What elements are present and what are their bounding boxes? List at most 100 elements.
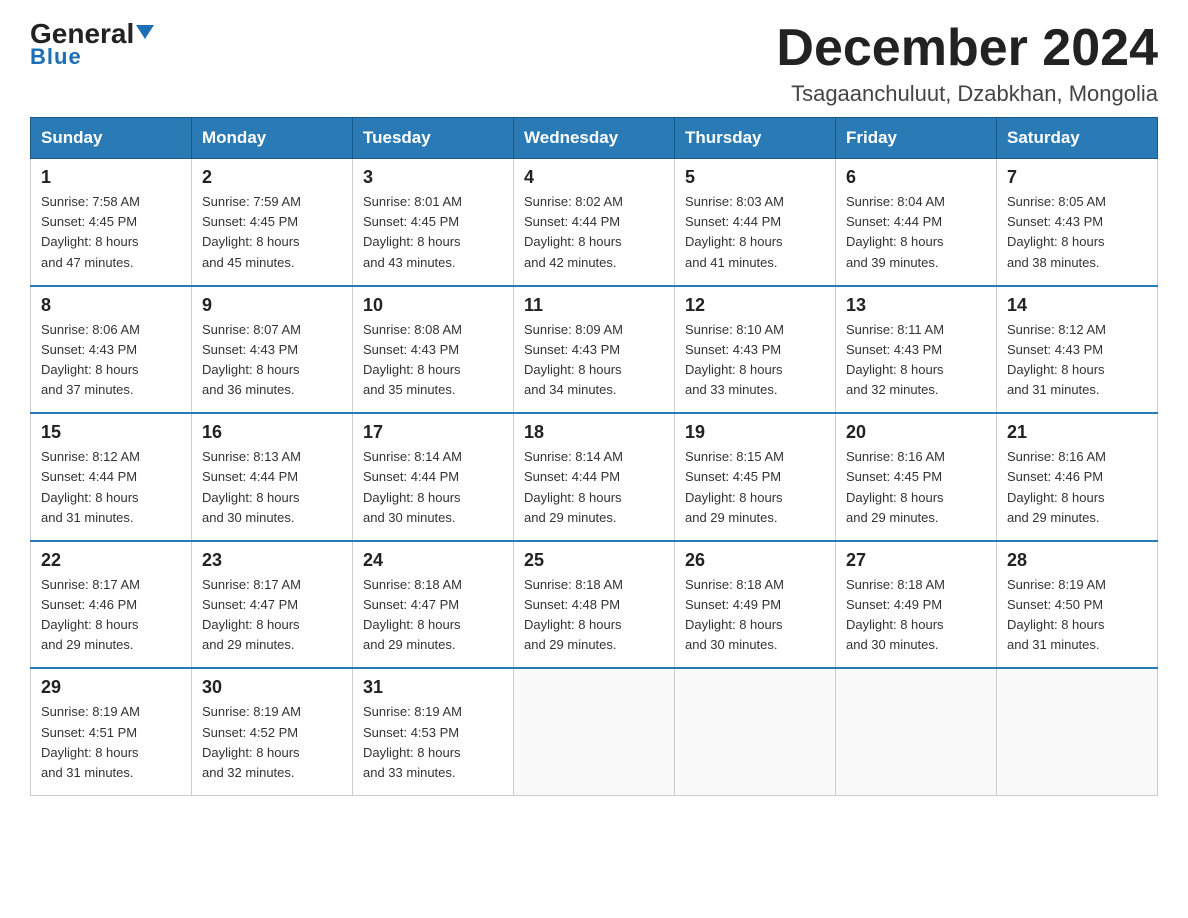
day-header-monday: Monday [192, 118, 353, 159]
logo-triangle-icon [136, 25, 154, 39]
page-title: December 2024 [776, 20, 1158, 77]
day-info: Sunrise: 8:14 AMSunset: 4:44 PMDaylight:… [363, 447, 503, 528]
day-number: 18 [524, 422, 664, 443]
calendar-cell: 8Sunrise: 8:06 AMSunset: 4:43 PMDaylight… [31, 286, 192, 414]
day-number: 13 [846, 295, 986, 316]
day-info: Sunrise: 8:19 AMSunset: 4:50 PMDaylight:… [1007, 575, 1147, 656]
day-number: 20 [846, 422, 986, 443]
calendar-cell: 4Sunrise: 8:02 AMSunset: 4:44 PMDaylight… [514, 159, 675, 286]
day-number: 16 [202, 422, 342, 443]
day-info: Sunrise: 8:18 AMSunset: 4:48 PMDaylight:… [524, 575, 664, 656]
day-number: 6 [846, 167, 986, 188]
calendar-cell [836, 668, 997, 795]
day-number: 24 [363, 550, 503, 571]
calendar-cell [997, 668, 1158, 795]
logo: General Blue [30, 20, 154, 70]
logo-blue: Blue [30, 44, 82, 70]
day-info: Sunrise: 8:18 AMSunset: 4:47 PMDaylight:… [363, 575, 503, 656]
day-info: Sunrise: 8:15 AMSunset: 4:45 PMDaylight:… [685, 447, 825, 528]
page-header: General Blue December 2024 Tsagaanchuluu… [30, 20, 1158, 107]
day-info: Sunrise: 8:19 AMSunset: 4:51 PMDaylight:… [41, 702, 181, 783]
calendar-cell: 17 Sunrise: 8:14 AMSunset: 4:44 PMDayligh… [353, 413, 514, 541]
day-header-saturday: Saturday [997, 118, 1158, 159]
day-number: 10 [363, 295, 503, 316]
calendar-cell: 16 Sunrise: 8:13 AMSunset: 4:44 PMDayligh… [192, 413, 353, 541]
day-number: 12 [685, 295, 825, 316]
day-info: Sunrise: 8:09 AMSunset: 4:43 PMDaylight:… [524, 320, 664, 401]
day-info: Sunrise: 8:19 AMSunset: 4:53 PMDaylight:… [363, 702, 503, 783]
calendar-table: SundayMondayTuesdayWednesdayThursdayFrid… [30, 117, 1158, 796]
day-info: Sunrise: 8:18 AMSunset: 4:49 PMDaylight:… [846, 575, 986, 656]
calendar-week-row: 8Sunrise: 8:06 AMSunset: 4:43 PMDaylight… [31, 286, 1158, 414]
day-header-tuesday: Tuesday [353, 118, 514, 159]
day-number: 11 [524, 295, 664, 316]
day-number: 23 [202, 550, 342, 571]
day-number: 5 [685, 167, 825, 188]
day-number: 30 [202, 677, 342, 698]
calendar-cell: 13 Sunrise: 8:11 AMSunset: 4:43 PMDayligh… [836, 286, 997, 414]
day-number: 26 [685, 550, 825, 571]
day-info: Sunrise: 8:19 AMSunset: 4:52 PMDaylight:… [202, 702, 342, 783]
calendar-cell: 26 Sunrise: 8:18 AMSunset: 4:49 PMDayligh… [675, 541, 836, 669]
calendar-cell: 18Sunrise: 8:14 AMSunset: 4:44 PMDayligh… [514, 413, 675, 541]
calendar-cell: 6Sunrise: 8:04 AMSunset: 4:44 PMDaylight… [836, 159, 997, 286]
day-number: 27 [846, 550, 986, 571]
day-info: Sunrise: 8:12 AMSunset: 4:43 PMDaylight:… [1007, 320, 1147, 401]
calendar-cell: 11 Sunrise: 8:09 AMSunset: 4:43 PMDayligh… [514, 286, 675, 414]
calendar-cell: 7Sunrise: 8:05 AMSunset: 4:43 PMDaylight… [997, 159, 1158, 286]
title-area: December 2024 Tsagaanchuluut, Dzabkhan, … [776, 20, 1158, 107]
calendar-cell: 9Sunrise: 8:07 AMSunset: 4:43 PMDaylight… [192, 286, 353, 414]
day-number: 28 [1007, 550, 1147, 571]
day-info: Sunrise: 7:59 AMSunset: 4:45 PMDaylight:… [202, 192, 342, 273]
calendar-cell: 28 Sunrise: 8:19 AMSunset: 4:50 PMDayligh… [997, 541, 1158, 669]
day-number: 25 [524, 550, 664, 571]
day-header-sunday: Sunday [31, 118, 192, 159]
calendar-cell: 31 Sunrise: 8:19 AMSunset: 4:53 PMDayligh… [353, 668, 514, 795]
day-info: Sunrise: 8:01 AMSunset: 4:45 PMDaylight:… [363, 192, 503, 273]
day-number: 17 [363, 422, 503, 443]
day-info: Sunrise: 8:18 AMSunset: 4:49 PMDaylight:… [685, 575, 825, 656]
calendar-cell: 25 Sunrise: 8:18 AMSunset: 4:48 PMDayligh… [514, 541, 675, 669]
day-info: Sunrise: 8:17 AMSunset: 4:46 PMDaylight:… [41, 575, 181, 656]
calendar-cell: 14 Sunrise: 8:12 AMSunset: 4:43 PMDayligh… [997, 286, 1158, 414]
calendar-cell: 29Sunrise: 8:19 AMSunset: 4:51 PMDayligh… [31, 668, 192, 795]
day-number: 2 [202, 167, 342, 188]
day-info: Sunrise: 8:17 AMSunset: 4:47 PMDaylight:… [202, 575, 342, 656]
calendar-cell [675, 668, 836, 795]
day-info: Sunrise: 8:12 AMSunset: 4:44 PMDaylight:… [41, 447, 181, 528]
calendar-cell: 12Sunrise: 8:10 AMSunset: 4:43 PMDayligh… [675, 286, 836, 414]
day-info: Sunrise: 7:58 AMSunset: 4:45 PMDaylight:… [41, 192, 181, 273]
day-number: 31 [363, 677, 503, 698]
calendar-cell: 2 Sunrise: 7:59 AMSunset: 4:45 PMDaylight… [192, 159, 353, 286]
day-info: Sunrise: 8:02 AMSunset: 4:44 PMDaylight:… [524, 192, 664, 273]
day-number: 19 [685, 422, 825, 443]
calendar-cell: 22 Sunrise: 8:17 AMSunset: 4:46 PMDayligh… [31, 541, 192, 669]
calendar-week-row: 15Sunrise: 8:12 AMSunset: 4:44 PMDayligh… [31, 413, 1158, 541]
page-subtitle: Tsagaanchuluut, Dzabkhan, Mongolia [776, 81, 1158, 107]
day-number: 14 [1007, 295, 1147, 316]
calendar-cell: 30 Sunrise: 8:19 AMSunset: 4:52 PMDayligh… [192, 668, 353, 795]
day-header-thursday: Thursday [675, 118, 836, 159]
calendar-cell: 20Sunrise: 8:16 AMSunset: 4:45 PMDayligh… [836, 413, 997, 541]
calendar-cell: 5Sunrise: 8:03 AMSunset: 4:44 PMDaylight… [675, 159, 836, 286]
day-header-friday: Friday [836, 118, 997, 159]
day-header-wednesday: Wednesday [514, 118, 675, 159]
day-info: Sunrise: 8:13 AMSunset: 4:44 PMDaylight:… [202, 447, 342, 528]
calendar-cell: 21Sunrise: 8:16 AMSunset: 4:46 PMDayligh… [997, 413, 1158, 541]
calendar-cell: 15Sunrise: 8:12 AMSunset: 4:44 PMDayligh… [31, 413, 192, 541]
day-number: 3 [363, 167, 503, 188]
day-info: Sunrise: 8:08 AMSunset: 4:43 PMDaylight:… [363, 320, 503, 401]
calendar-cell: 3 Sunrise: 8:01 AMSunset: 4:45 PMDaylight… [353, 159, 514, 286]
day-info: Sunrise: 8:11 AMSunset: 4:43 PMDaylight:… [846, 320, 986, 401]
calendar-cell: 23 Sunrise: 8:17 AMSunset: 4:47 PMDayligh… [192, 541, 353, 669]
calendar-week-row: 29Sunrise: 8:19 AMSunset: 4:51 PMDayligh… [31, 668, 1158, 795]
day-info: Sunrise: 8:07 AMSunset: 4:43 PMDaylight:… [202, 320, 342, 401]
calendar-cell: 10 Sunrise: 8:08 AMSunset: 4:43 PMDayligh… [353, 286, 514, 414]
day-number: 1 [41, 167, 181, 188]
calendar-cell: 1 Sunrise: 7:58 AMSunset: 4:45 PMDaylight… [31, 159, 192, 286]
day-number: 7 [1007, 167, 1147, 188]
calendar-cell: 19 Sunrise: 8:15 AMSunset: 4:45 PMDayligh… [675, 413, 836, 541]
day-number: 21 [1007, 422, 1147, 443]
calendar-cell: 24 Sunrise: 8:18 AMSunset: 4:47 PMDayligh… [353, 541, 514, 669]
day-number: 22 [41, 550, 181, 571]
